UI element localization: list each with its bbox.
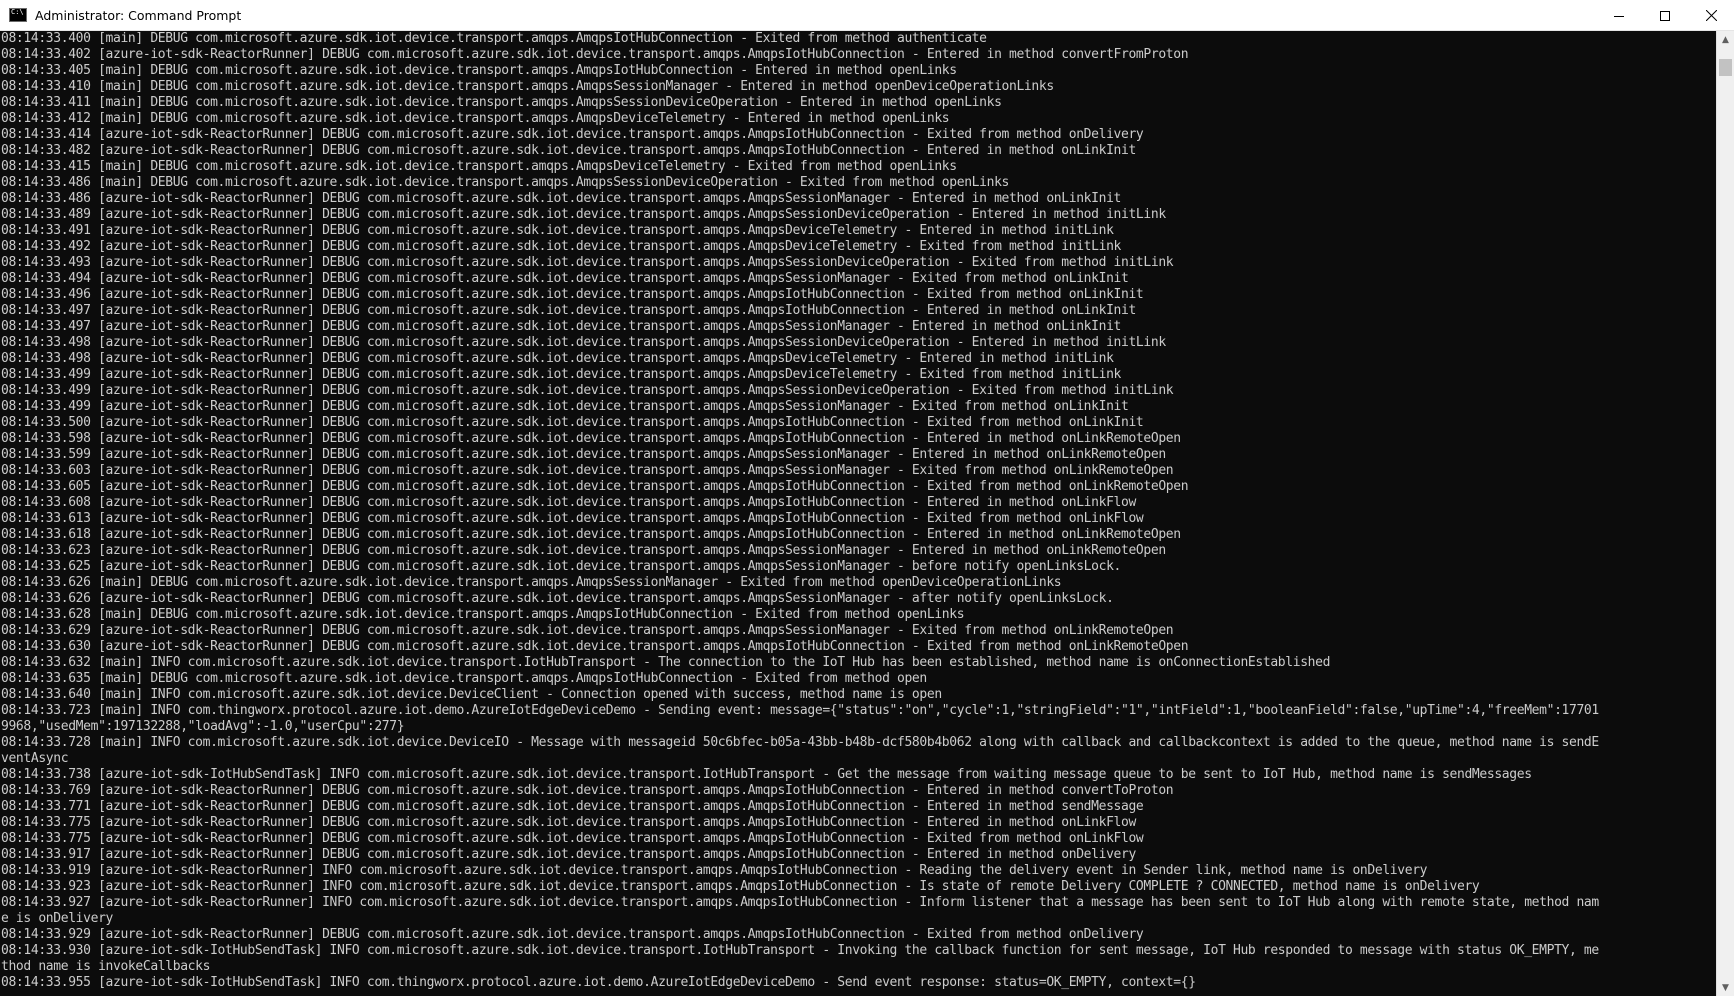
log-line: 08:14:33.605 [azure-iot-sdk-ReactorRunne… — [1, 479, 1189, 494]
log-line: 08:14:33.411 [main] DEBUG com.microsoft.… — [1, 95, 1002, 110]
log-line: 08:14:33.738 [azure-iot-sdk-IotHubSendTa… — [1, 767, 1532, 782]
log-line: e is onDelivery — [1, 911, 114, 926]
log-line: 08:14:33.626 [azure-iot-sdk-ReactorRunne… — [1, 591, 1114, 606]
maximize-icon — [1660, 10, 1670, 21]
log-line: 08:14:33.402 [azure-iot-sdk-ReactorRunne… — [1, 47, 1189, 62]
log-line: 08:14:33.499 [azure-iot-sdk-ReactorRunne… — [1, 399, 1129, 414]
scroll-up-button[interactable]: ▲ — [1717, 31, 1734, 48]
log-line: 08:14:33.723 [main] INFO com.thingworx.p… — [1, 703, 1599, 718]
log-line: 08:14:33.486 [azure-iot-sdk-ReactorRunne… — [1, 191, 1122, 206]
log-line: 08:14:33.491 [azure-iot-sdk-ReactorRunne… — [1, 223, 1114, 238]
scroll-down-button[interactable]: ▼ — [1717, 979, 1734, 996]
window-controls — [1596, 0, 1734, 31]
log-line: 08:14:33.405 [main] DEBUG com.microsoft.… — [1, 63, 957, 78]
log-line: 08:14:33.497 [azure-iot-sdk-ReactorRunne… — [1, 319, 1122, 334]
log-line: 08:14:33.414 [azure-iot-sdk-ReactorRunne… — [1, 127, 1144, 142]
log-line: 08:14:33.599 [azure-iot-sdk-ReactorRunne… — [1, 447, 1166, 462]
log-line: 08:14:33.493 [azure-iot-sdk-ReactorRunne… — [1, 255, 1174, 270]
log-line: 08:14:33.635 [main] DEBUG com.microsoft.… — [1, 671, 927, 686]
log-line: 08:14:33.496 [azure-iot-sdk-ReactorRunne… — [1, 287, 1144, 302]
log-line: 08:14:33.623 [azure-iot-sdk-ReactorRunne… — [1, 543, 1166, 558]
log-line: 08:14:33.603 [azure-iot-sdk-ReactorRunne… — [1, 463, 1174, 478]
log-line: 08:14:33.771 [azure-iot-sdk-ReactorRunne… — [1, 799, 1144, 814]
log-line: thod name is invokeCallbacks — [1, 959, 211, 974]
close-button[interactable] — [1688, 0, 1734, 31]
log-line: 9968,"usedMem":197132288,"loadAvg":-1.0,… — [1, 719, 405, 734]
log-line: 08:14:33.626 [main] DEBUG com.microsoft.… — [1, 575, 1062, 590]
window-title: Administrator: Command Prompt — [35, 7, 242, 23]
cmd-icon[interactable] — [9, 8, 27, 22]
log-line: 08:14:33.919 [azure-iot-sdk-ReactorRunne… — [1, 863, 1428, 878]
log-line: ventAsync — [1, 751, 69, 766]
log-line: 08:14:33.498 [azure-iot-sdk-ReactorRunne… — [1, 335, 1166, 350]
log-line: 08:14:33.775 [azure-iot-sdk-ReactorRunne… — [1, 815, 1136, 830]
log-line: 08:14:33.930 [azure-iot-sdk-IotHubSendTa… — [1, 943, 1599, 958]
log-line: 08:14:33.955 [azure-iot-sdk-IotHubSendTa… — [1, 975, 1196, 990]
log-line: 08:14:33.486 [main] DEBUG com.microsoft.… — [1, 175, 1010, 190]
log-line: 08:14:33.769 [azure-iot-sdk-ReactorRunne… — [1, 783, 1174, 798]
maximize-button[interactable] — [1642, 0, 1688, 31]
log-line: 08:14:33.632 [main] INFO com.microsoft.a… — [1, 655, 1331, 670]
log-line: 08:14:33.618 [azure-iot-sdk-ReactorRunne… — [1, 527, 1181, 542]
log-line: 08:14:33.482 [azure-iot-sdk-ReactorRunne… — [1, 143, 1136, 158]
log-line: 08:14:33.498 [azure-iot-sdk-ReactorRunne… — [1, 351, 1114, 366]
log-line: 08:14:33.923 [azure-iot-sdk-ReactorRunne… — [1, 879, 1480, 894]
log-line: 08:14:33.489 [azure-iot-sdk-ReactorRunne… — [1, 207, 1166, 222]
close-icon — [1705, 10, 1717, 21]
log-line: 08:14:33.608 [azure-iot-sdk-ReactorRunne… — [1, 495, 1136, 510]
log-line: 08:14:33.412 [main] DEBUG com.microsoft.… — [1, 111, 950, 126]
log-line: 08:14:33.917 [azure-iot-sdk-ReactorRunne… — [1, 847, 1136, 862]
vertical-scrollbar[interactable]: ▲ ▼ — [1716, 31, 1734, 996]
console-output[interactable]: 08:14:33.400 [main] DEBUG com.microsoft.… — [0, 31, 1716, 996]
log-line: 08:14:33.410 [main] DEBUG com.microsoft.… — [1, 79, 1054, 94]
log-line: 08:14:33.625 [azure-iot-sdk-ReactorRunne… — [1, 559, 1122, 574]
log-line: 08:14:33.640 [main] INFO com.microsoft.a… — [1, 687, 942, 702]
log-lines: 08:14:33.400 [main] DEBUG com.microsoft.… — [0, 31, 1716, 991]
chevron-up-icon: ▲ — [1722, 34, 1729, 45]
log-line: 08:14:33.628 [main] DEBUG com.microsoft.… — [1, 607, 965, 622]
log-line: 08:14:33.630 [azure-iot-sdk-ReactorRunne… — [1, 639, 1189, 654]
log-line: 08:14:33.929 [azure-iot-sdk-ReactorRunne… — [1, 927, 1144, 942]
title-bar[interactable]: Administrator: Command Prompt — [0, 0, 1734, 31]
log-line: 08:14:33.497 [azure-iot-sdk-ReactorRunne… — [1, 303, 1136, 318]
log-line: 08:14:33.415 [main] DEBUG com.microsoft.… — [1, 159, 957, 174]
log-line: 08:14:33.728 [main] INFO com.microsoft.a… — [1, 735, 1599, 750]
log-line: 08:14:33.400 [main] DEBUG com.microsoft.… — [1, 31, 987, 46]
log-line: 08:14:33.499 [azure-iot-sdk-ReactorRunne… — [1, 367, 1122, 382]
minimize-button[interactable] — [1596, 0, 1642, 31]
log-line: 08:14:33.499 [azure-iot-sdk-ReactorRunne… — [1, 383, 1174, 398]
log-line: 08:14:33.492 [azure-iot-sdk-ReactorRunne… — [1, 239, 1122, 254]
log-line: 08:14:33.613 [azure-iot-sdk-ReactorRunne… — [1, 511, 1144, 526]
log-line: 08:14:33.927 [azure-iot-sdk-ReactorRunne… — [1, 895, 1599, 910]
log-line: 08:14:33.629 [azure-iot-sdk-ReactorRunne… — [1, 623, 1174, 638]
minimize-icon — [1614, 15, 1624, 17]
chevron-down-icon: ▼ — [1722, 982, 1729, 993]
log-line: 08:14:33.494 [azure-iot-sdk-ReactorRunne… — [1, 271, 1129, 286]
log-line: 08:14:33.500 [azure-iot-sdk-ReactorRunne… — [1, 415, 1144, 430]
scrollbar-thumb[interactable] — [1719, 59, 1732, 76]
log-line: 08:14:33.598 [azure-iot-sdk-ReactorRunne… — [1, 431, 1181, 446]
log-line: 08:14:33.775 [azure-iot-sdk-ReactorRunne… — [1, 831, 1144, 846]
